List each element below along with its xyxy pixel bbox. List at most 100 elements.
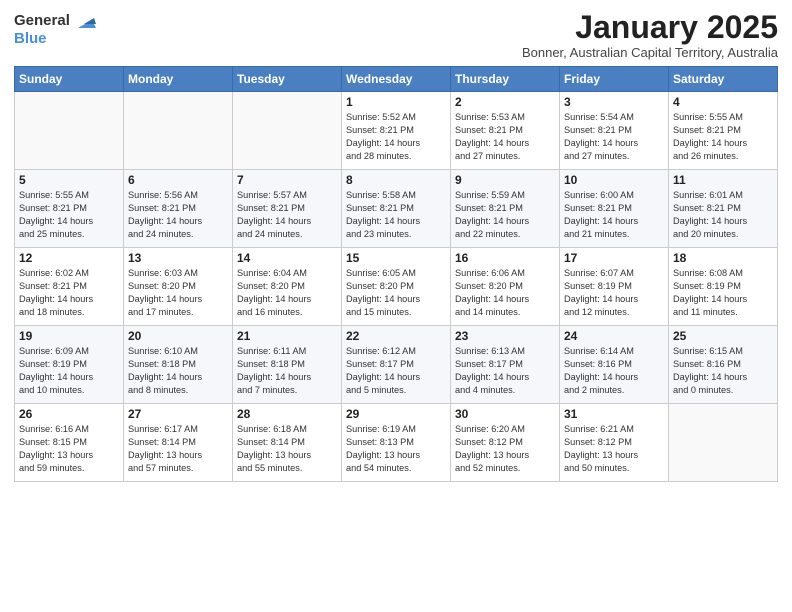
- day-info: Sunrise: 6:05 AM Sunset: 8:20 PM Dayligh…: [346, 267, 446, 319]
- day-info: Sunrise: 6:19 AM Sunset: 8:13 PM Dayligh…: [346, 423, 446, 475]
- day-number: 17: [564, 251, 664, 265]
- calendar-week-1: 1Sunrise: 5:52 AM Sunset: 8:21 PM Daylig…: [15, 92, 778, 170]
- day-number: 3: [564, 95, 664, 109]
- day-number: 6: [128, 173, 228, 187]
- day-info: Sunrise: 5:53 AM Sunset: 8:21 PM Dayligh…: [455, 111, 555, 163]
- calendar-cell-w1-d3: [233, 92, 342, 170]
- day-info: Sunrise: 6:17 AM Sunset: 8:14 PM Dayligh…: [128, 423, 228, 475]
- day-info: Sunrise: 5:55 AM Sunset: 8:21 PM Dayligh…: [673, 111, 773, 163]
- calendar-cell-w2-d3: 7 Sunrise: 5:57 AM Sunset: 8:21 PM Daylig…: [233, 170, 342, 248]
- calendar-cell-w5-d1: 26 Sunrise: 6:16 AM Sunset: 8:15 PM Dayli…: [15, 404, 124, 482]
- day-number: 27: [128, 407, 228, 421]
- day-info: Sunrise: 6:04 AM Sunset: 8:20 PM Dayligh…: [237, 267, 337, 319]
- day-number: 19: [19, 329, 119, 343]
- col-saturday: Saturday: [669, 67, 778, 92]
- calendar-cell-w5-d7: [669, 404, 778, 482]
- day-info: Sunrise: 6:21 AM Sunset: 8:12 PM Dayligh…: [564, 423, 664, 475]
- day-info: Sunrise: 6:00 AM Sunset: 8:21 PM Dayligh…: [564, 189, 664, 241]
- calendar-cell-w2-d7: 11 Sunrise: 6:01 AM Sunset: 8:21 PM Dayli…: [669, 170, 778, 248]
- calendar-cell-w3-d6: 17 Sunrise: 6:07 AM Sunset: 8:19 PM Dayli…: [560, 248, 669, 326]
- day-info: Sunrise: 6:18 AM Sunset: 8:14 PM Dayligh…: [237, 423, 337, 475]
- day-number: 30: [455, 407, 555, 421]
- day-number: 8: [346, 173, 446, 187]
- calendar-cell-w5-d5: 30Sunrise: 6:20 AM Sunset: 8:12 PM Dayli…: [451, 404, 560, 482]
- day-info: Sunrise: 6:09 AM Sunset: 8:19 PM Dayligh…: [19, 345, 119, 397]
- calendar-cell-w4-d7: 25Sunrise: 6:15 AM Sunset: 8:16 PM Dayli…: [669, 326, 778, 404]
- calendar-week-4: 19 Sunrise: 6:09 AM Sunset: 8:19 PM Dayli…: [15, 326, 778, 404]
- day-number: 11: [673, 173, 773, 187]
- calendar-cell-w3-d3: 14 Sunrise: 6:04 AM Sunset: 8:20 PM Dayli…: [233, 248, 342, 326]
- col-thursday: Thursday: [451, 67, 560, 92]
- day-number: 13: [128, 251, 228, 265]
- col-tuesday: Tuesday: [233, 67, 342, 92]
- day-number: 31: [564, 407, 664, 421]
- col-monday: Monday: [124, 67, 233, 92]
- calendar-cell-w1-d5: 2 Sunrise: 5:53 AM Sunset: 8:21 PM Daylig…: [451, 92, 560, 170]
- calendar-cell-w3-d7: 18Sunrise: 6:08 AM Sunset: 8:19 PM Dayli…: [669, 248, 778, 326]
- logo: General Blue: [14, 10, 96, 48]
- calendar-cell-w1-d6: 3 Sunrise: 5:54 AM Sunset: 8:21 PM Daylig…: [560, 92, 669, 170]
- day-info: Sunrise: 6:07 AM Sunset: 8:19 PM Dayligh…: [564, 267, 664, 319]
- day-number: 14: [237, 251, 337, 265]
- calendar-cell-w1-d1: [15, 92, 124, 170]
- logo-blue-text: Blue: [14, 30, 96, 48]
- day-info: Sunrise: 6:16 AM Sunset: 8:15 PM Dayligh…: [19, 423, 119, 475]
- day-number: 21: [237, 329, 337, 343]
- day-info: Sunrise: 5:56 AM Sunset: 8:21 PM Dayligh…: [128, 189, 228, 241]
- day-info: Sunrise: 5:59 AM Sunset: 8:21 PM Dayligh…: [455, 189, 555, 241]
- day-number: 20: [128, 329, 228, 343]
- calendar-cell-w5-d4: 29 Sunrise: 6:19 AM Sunset: 8:13 PM Dayli…: [342, 404, 451, 482]
- calendar-cell-w3-d2: 13Sunrise: 6:03 AM Sunset: 8:20 PM Dayli…: [124, 248, 233, 326]
- day-info: Sunrise: 5:55 AM Sunset: 8:21 PM Dayligh…: [19, 189, 119, 241]
- calendar-cell-w4-d3: 21 Sunrise: 6:11 AM Sunset: 8:18 PM Dayli…: [233, 326, 342, 404]
- day-info: Sunrise: 6:11 AM Sunset: 8:18 PM Dayligh…: [237, 345, 337, 397]
- day-info: Sunrise: 6:14 AM Sunset: 8:16 PM Dayligh…: [564, 345, 664, 397]
- calendar-cell-w5-d3: 28 Sunrise: 6:18 AM Sunset: 8:14 PM Dayli…: [233, 404, 342, 482]
- calendar-cell-w2-d1: 5Sunrise: 5:55 AM Sunset: 8:21 PM Daylig…: [15, 170, 124, 248]
- day-number: 28: [237, 407, 337, 421]
- day-info: Sunrise: 6:15 AM Sunset: 8:16 PM Dayligh…: [673, 345, 773, 397]
- title-section: January 2025 Bonner, Australian Capital …: [522, 10, 778, 60]
- day-number: 24: [564, 329, 664, 343]
- calendar-cell-w5-d6: 31 Sunrise: 6:21 AM Sunset: 8:12 PM Dayli…: [560, 404, 669, 482]
- logo-general-text: General: [14, 12, 70, 30]
- calendar-week-2: 5Sunrise: 5:55 AM Sunset: 8:21 PM Daylig…: [15, 170, 778, 248]
- calendar-cell-w2-d5: 9 Sunrise: 5:59 AM Sunset: 8:21 PM Daylig…: [451, 170, 560, 248]
- day-info: Sunrise: 6:13 AM Sunset: 8:17 PM Dayligh…: [455, 345, 555, 397]
- calendar-cell-w4-d2: 20Sunrise: 6:10 AM Sunset: 8:18 PM Dayli…: [124, 326, 233, 404]
- day-number: 9: [455, 173, 555, 187]
- day-number: 26: [19, 407, 119, 421]
- calendar-week-3: 12Sunrise: 6:02 AM Sunset: 8:21 PM Dayli…: [15, 248, 778, 326]
- calendar-cell-w2-d2: 6 Sunrise: 5:56 AM Sunset: 8:21 PM Daylig…: [124, 170, 233, 248]
- day-number: 2: [455, 95, 555, 109]
- calendar-cell-w4-d1: 19 Sunrise: 6:09 AM Sunset: 8:19 PM Dayli…: [15, 326, 124, 404]
- day-info: Sunrise: 5:52 AM Sunset: 8:21 PM Dayligh…: [346, 111, 446, 163]
- header: General Blue January 2025 Bonner, Austra…: [14, 10, 778, 60]
- calendar-cell-w1-d7: 4Sunrise: 5:55 AM Sunset: 8:21 PM Daylig…: [669, 92, 778, 170]
- calendar-cell-w2-d4: 8 Sunrise: 5:58 AM Sunset: 8:21 PM Daylig…: [342, 170, 451, 248]
- day-number: 29: [346, 407, 446, 421]
- calendar-cell-w4-d5: 23Sunrise: 6:13 AM Sunset: 8:17 PM Dayli…: [451, 326, 560, 404]
- day-info: Sunrise: 5:54 AM Sunset: 8:21 PM Dayligh…: [564, 111, 664, 163]
- calendar-cell-w3-d5: 16Sunrise: 6:06 AM Sunset: 8:20 PM Dayli…: [451, 248, 560, 326]
- day-info: Sunrise: 6:12 AM Sunset: 8:17 PM Dayligh…: [346, 345, 446, 397]
- calendar-cell-w3-d4: 15Sunrise: 6:05 AM Sunset: 8:20 PM Dayli…: [342, 248, 451, 326]
- day-number: 10: [564, 173, 664, 187]
- day-number: 16: [455, 251, 555, 265]
- day-info: Sunrise: 6:01 AM Sunset: 8:21 PM Dayligh…: [673, 189, 773, 241]
- calendar-cell-w2-d6: 10 Sunrise: 6:00 AM Sunset: 8:21 PM Dayli…: [560, 170, 669, 248]
- calendar-table: Sunday Monday Tuesday Wednesday Thursday…: [14, 66, 778, 482]
- calendar-cell-w4-d4: 22Sunrise: 6:12 AM Sunset: 8:17 PM Dayli…: [342, 326, 451, 404]
- month-title: January 2025: [522, 10, 778, 45]
- subtitle: Bonner, Australian Capital Territory, Au…: [522, 45, 778, 60]
- day-info: Sunrise: 5:57 AM Sunset: 8:21 PM Dayligh…: [237, 189, 337, 241]
- col-wednesday: Wednesday: [342, 67, 451, 92]
- calendar-week-5: 26 Sunrise: 6:16 AM Sunset: 8:15 PM Dayli…: [15, 404, 778, 482]
- day-number: 18: [673, 251, 773, 265]
- col-sunday: Sunday: [15, 67, 124, 92]
- logo-icon: [74, 10, 96, 32]
- day-number: 7: [237, 173, 337, 187]
- calendar-cell-w5-d2: 27 Sunrise: 6:17 AM Sunset: 8:14 PM Dayli…: [124, 404, 233, 482]
- day-info: Sunrise: 5:58 AM Sunset: 8:21 PM Dayligh…: [346, 189, 446, 241]
- page: General Blue January 2025 Bonner, Austra…: [0, 0, 792, 612]
